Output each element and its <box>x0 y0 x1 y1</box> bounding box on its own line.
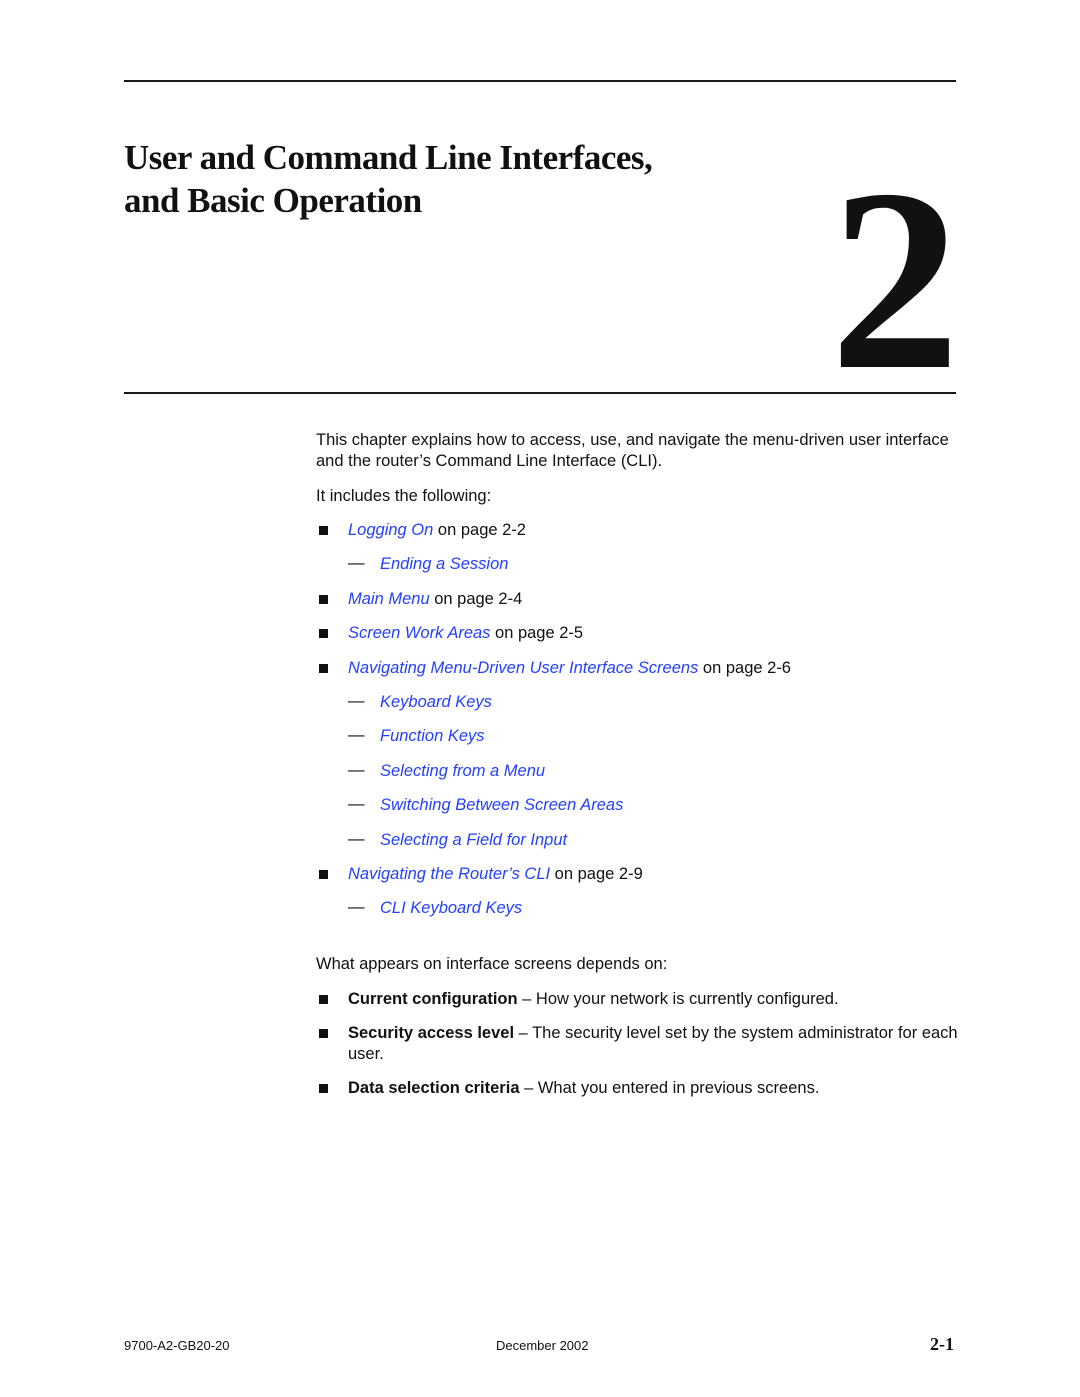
bullet-icon <box>319 1084 328 1093</box>
footer-date: December 2002 <box>496 1338 589 1353</box>
toc-link[interactable]: Function Keys <box>380 727 485 745</box>
chapter-number: 2 <box>830 136 960 424</box>
bullet-icon <box>319 594 328 604</box>
toc-link[interactable]: CLI Keyboard Keys <box>380 899 522 917</box>
toc-link[interactable]: Selecting from a Menu <box>380 762 545 780</box>
dash-icon: — <box>348 554 365 573</box>
bullet-icon <box>319 526 328 535</box>
toc-link[interactable]: Keyboard Keys <box>380 693 492 711</box>
criteria-term: Security access level <box>348 1024 515 1042</box>
dash-icon: — <box>348 795 365 814</box>
toc-link[interactable]: Screen Work Areas <box>348 624 490 642</box>
footer-page-number: 2-1 <box>930 1334 954 1354</box>
bullet-icon <box>319 870 328 879</box>
bullet-icon <box>319 1029 328 1038</box>
bullet-icon <box>319 629 328 639</box>
criteria-term: Current configuration <box>348 990 518 1008</box>
toc-link[interactable]: Selecting a Field for Input <box>380 831 567 849</box>
dash-icon: — <box>348 829 365 848</box>
chapter-title-line-2: and Basic Operation <box>124 181 422 220</box>
toc-page-ref: on page 2-6 <box>698 658 791 677</box>
intro-paragraph: This chapter explains how to access, use… <box>316 431 949 470</box>
includes-label: It includes the following: <box>316 487 492 505</box>
toc-page-ref: on page 2-5 <box>490 624 584 643</box>
toc-page-ref: on page 2-2 <box>433 521 526 539</box>
dash-icon: — <box>348 760 365 779</box>
toc-link[interactable]: Navigating the Router’s CLI <box>348 865 550 883</box>
toc-link[interactable]: Logging On <box>348 521 433 539</box>
dash-icon: — <box>348 692 365 710</box>
bullet-icon <box>319 995 328 1004</box>
toc-link[interactable]: Switching Between Screen Areas <box>380 796 623 814</box>
toc-link[interactable]: Navigating Menu-Driven User Interface Sc… <box>348 659 698 677</box>
toc-link[interactable]: Main Menu <box>348 590 430 608</box>
toc-page-ref: on page 2-4 <box>429 589 523 608</box>
criteria-desc: – How your network is currently configur… <box>517 990 839 1008</box>
dash-icon: — <box>348 726 365 745</box>
chapter-title-line-1: User and Command Line Interfaces, <box>124 138 653 177</box>
bullet-icon <box>319 663 328 673</box>
toc-page-ref: on page 2-9 <box>550 865 643 883</box>
bottom-rule <box>124 392 956 394</box>
criteria-term: Data selection criteria <box>348 1079 520 1097</box>
top-rule <box>124 80 956 82</box>
depends-lead: What appears on interface screens depend… <box>316 955 668 973</box>
toc-link[interactable]: Ending a Session <box>380 555 508 573</box>
chapter-title: User and Command Line Interfaces, and Ba… <box>124 136 653 222</box>
criteria-desc: – What you entered in previous screens. <box>519 1079 820 1097</box>
dash-icon: — <box>348 898 365 917</box>
footer-doc-number: 9700-A2-GB20-20 <box>124 1338 230 1353</box>
